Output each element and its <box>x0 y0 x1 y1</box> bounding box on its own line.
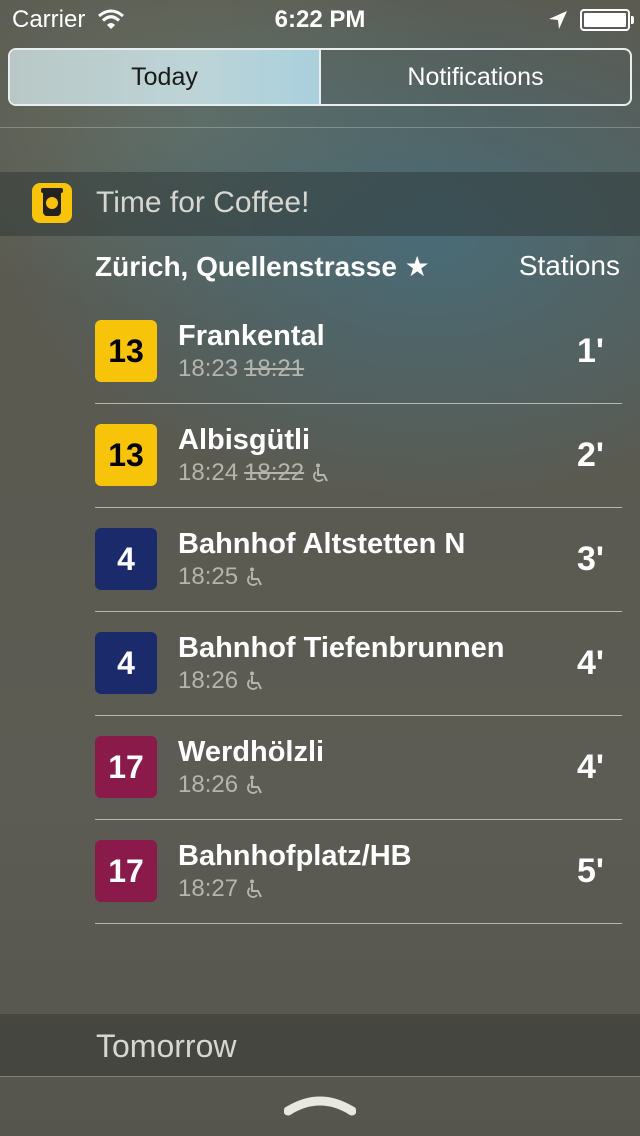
departure-row[interactable]: 4 Bahnhof Tiefenbrunnen 18:26 4' <box>95 612 622 716</box>
status-time: 6:22 PM <box>274 6 366 33</box>
status-bar: Carrier 6:22 PM <box>0 0 640 40</box>
departure-row[interactable]: 4 Bahnhof Altstetten N 18:25 3' <box>95 508 622 612</box>
line-badge: 4 <box>95 528 157 590</box>
line-badge: 17 <box>95 840 157 902</box>
actual-time: 18:26 <box>178 771 239 798</box>
tab-notifications[interactable]: Notifications <box>319 50 630 104</box>
departure-row[interactable]: 17 Werdhölzli 18:26 4' <box>95 716 622 820</box>
departure-times: 18:25 <box>178 563 264 591</box>
wheelchair-icon <box>247 879 262 898</box>
line-badge: 13 <box>95 424 157 486</box>
battery-icon <box>580 9 634 31</box>
minutes-until: 4' <box>577 644 604 682</box>
departure-times: 18:26 <box>178 667 264 695</box>
minutes-until: 3' <box>577 540 604 578</box>
actual-time: 18:25 <box>178 563 239 590</box>
destination: Bahnhof Altstetten N <box>178 528 466 560</box>
scheduled-time: 18:21 <box>244 355 305 382</box>
departure-times: 18:23 18:21 <box>178 355 304 383</box>
minutes-until: 4' <box>577 748 604 786</box>
departure-row[interactable]: 13 Albisgütli 18:24 18:22 2' <box>95 404 622 508</box>
departure-row[interactable]: 13 Frankental 18:23 18:21 1' <box>95 300 622 404</box>
actual-time: 18:26 <box>178 667 239 694</box>
departure-row[interactable]: 17 Bahnhofplatz/HB 18:27 5' <box>95 820 622 924</box>
wheelchair-icon <box>247 567 262 586</box>
view-segmented-control: Today Notifications <box>8 48 632 106</box>
actual-time: 18:24 <box>178 459 239 486</box>
divider <box>0 127 640 128</box>
tomorrow-section: Tomorrow <box>0 1014 640 1076</box>
line-badge: 13 <box>95 320 157 382</box>
minutes-until: 5' <box>577 852 604 890</box>
destination: Bahnhof Tiefenbrunnen <box>178 632 505 664</box>
destination: Frankental <box>178 320 325 352</box>
wheelchair-icon <box>247 671 262 690</box>
tab-today[interactable]: Today <box>10 50 319 104</box>
actual-time: 18:27 <box>178 875 239 902</box>
minutes-until: 1' <box>577 332 604 370</box>
minutes-until: 2' <box>577 436 604 474</box>
departure-times: 18:26 <box>178 771 264 799</box>
widget-header[interactable]: Time for Coffee! <box>0 172 640 236</box>
location-arrow-icon <box>549 11 567 29</box>
departure-times: 18:24 18:22 <box>178 459 330 487</box>
grabber-handle-icon[interactable] <box>284 1093 356 1117</box>
wheelchair-icon <box>313 463 329 482</box>
coffee-cup-icon <box>32 183 72 223</box>
tomorrow-label: Tomorrow <box>96 1028 237 1064</box>
line-badge: 4 <box>95 632 157 694</box>
widget-title: Time for Coffee! <box>96 186 310 219</box>
station-name[interactable]: Zürich, Quellenstrasse ★ <box>95 250 430 283</box>
departure-times: 18:27 <box>178 875 264 903</box>
destination: Albisgütli <box>178 424 311 456</box>
stations-button[interactable]: Stations <box>519 250 620 282</box>
scheduled-time: 18:22 <box>244 459 305 486</box>
destination: Werdhölzli <box>178 736 325 768</box>
divider <box>0 1076 640 1077</box>
departures-list: 13 Frankental 18:23 18:21 1' 13 Albisgütl… <box>95 300 622 924</box>
line-badge: 17 <box>95 736 157 798</box>
destination: Bahnhofplatz/HB <box>178 840 412 872</box>
wheelchair-icon <box>247 775 262 794</box>
actual-time: 18:23 <box>178 355 239 382</box>
